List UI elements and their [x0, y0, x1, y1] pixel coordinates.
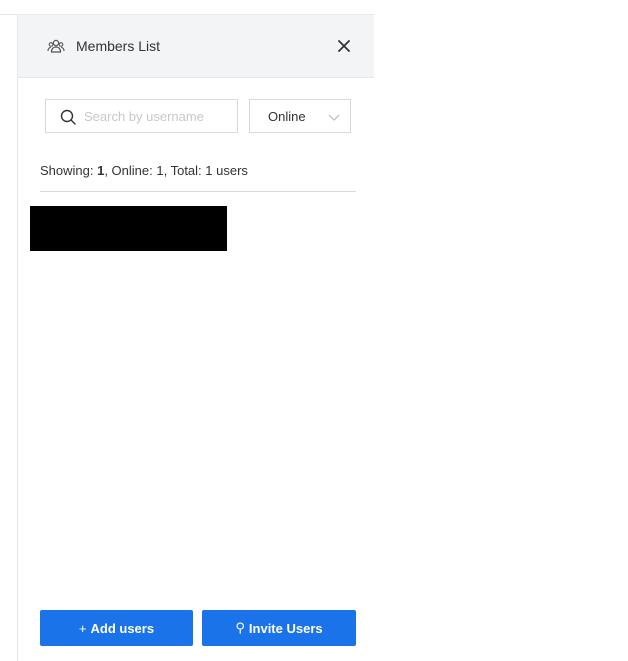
invite-icon: ⚲ [235, 620, 245, 635]
total-count: 1 [205, 163, 213, 178]
members-summary: Showing: 1, Online: 1, Total: 1 users [40, 163, 248, 179]
total-label: , Total: [163, 163, 206, 178]
users-icon [47, 39, 65, 53]
search-icon [60, 109, 76, 125]
invite-users-label: Invite Users [248, 620, 323, 636]
status-filter-value: Online [268, 109, 306, 124]
left-edge [0, 0, 18, 661]
search-box [45, 99, 238, 133]
plus-icon: + [78, 620, 87, 636]
add-users-label: Add users [90, 620, 155, 636]
panel-header: Members List [18, 15, 374, 78]
invite-users-button[interactable]: ⚲ Invite Users [202, 610, 356, 646]
online-label: , Online: [104, 163, 157, 178]
members-panel: Members List Online Showing: 1, Online: … [18, 15, 374, 661]
showing-label: Showing: [40, 163, 98, 178]
chevron-down-icon [328, 114, 340, 121]
member-list-item-redacted[interactable] [30, 206, 227, 251]
summary-suffix: users [212, 163, 248, 178]
top-strip [0, 0, 374, 15]
status-filter-select[interactable]: Online [249, 99, 351, 133]
divider [40, 191, 356, 192]
add-users-button[interactable]: + Add users [40, 610, 193, 646]
close-icon[interactable] [334, 36, 354, 56]
search-input[interactable] [84, 106, 230, 126]
online-count: 1 [156, 163, 164, 178]
panel-title: Members List [76, 38, 161, 54]
